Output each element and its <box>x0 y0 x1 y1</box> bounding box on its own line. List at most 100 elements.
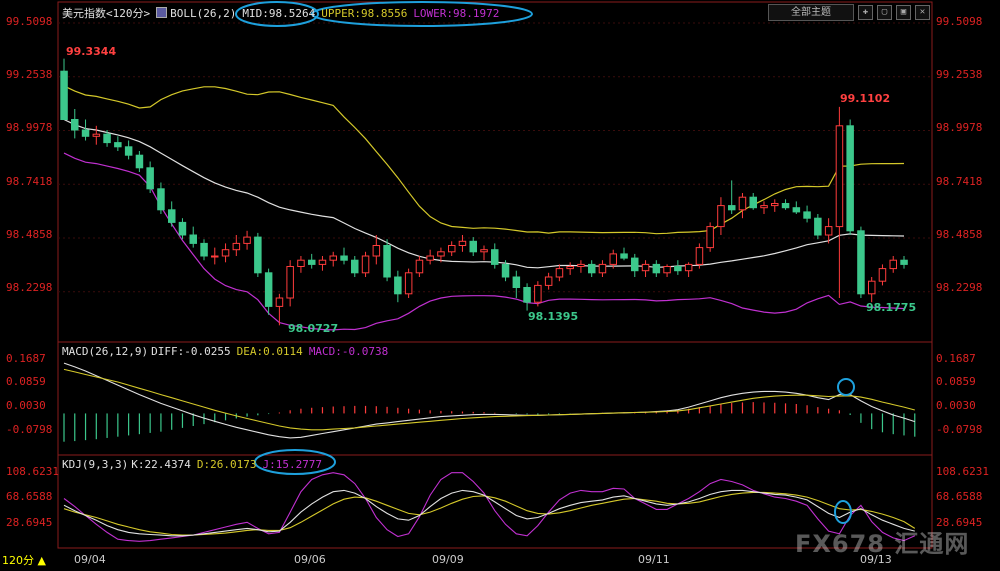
candle-body <box>221 249 230 257</box>
candle-body <box>124 146 133 156</box>
kdj-tick: 28.6945 <box>6 516 53 529</box>
candle-body <box>286 266 294 299</box>
period-selector[interactable]: 120分 ▲ <box>2 552 46 568</box>
candle-body <box>803 211 811 219</box>
macd-diff: DIFF:-0.0255 <box>151 345 231 358</box>
kdj-tick: 68.6588 <box>6 490 53 503</box>
candle-body <box>824 226 833 236</box>
candle-body <box>577 263 585 267</box>
candle-body <box>674 266 682 272</box>
macd-value: MACD:-0.0738 <box>308 345 389 358</box>
restore-icon[interactable]: ▣ <box>896 5 911 20</box>
candle-body <box>491 249 499 265</box>
chart-area[interactable]: 99.3344 98.0727 98.1395 99.1102 98.1775 … <box>0 0 1000 571</box>
theme-dropdown-button[interactable]: 全部主题 <box>768 4 854 21</box>
kdj-j: J:15.2777 <box>262 458 323 471</box>
candle-body <box>361 255 370 274</box>
candle-body <box>318 259 327 265</box>
x-axis-label: 09/11 <box>638 553 670 566</box>
price-tick: 99.5098 <box>6 15 53 28</box>
candle-body <box>114 142 122 148</box>
candle-body <box>868 280 876 295</box>
candle-body <box>534 284 542 303</box>
candle-body <box>706 226 714 249</box>
candle-body <box>157 188 165 211</box>
candle-body <box>889 259 897 270</box>
macd-tick: 0.0030 <box>936 399 976 412</box>
candle-body <box>620 253 628 259</box>
price-tick: 98.4858 <box>6 228 53 241</box>
price-tick: 98.9978 <box>936 121 983 134</box>
boll-mid: MID:98.5264 <box>242 7 316 20</box>
price-tick: 99.2538 <box>6 68 53 81</box>
candle-body <box>178 221 187 236</box>
candle-body <box>501 263 510 278</box>
candle-body <box>792 207 801 213</box>
kdj-tick: 108.6231 <box>936 465 989 478</box>
candle-body <box>383 245 391 278</box>
macd-header: MACD(26,12,9) DIFF:-0.0255 DEA:0.0114 MACD:… <box>62 345 394 358</box>
candle-body <box>631 257 639 272</box>
annotation-high-1: 99.3344 <box>66 45 116 58</box>
macd-tick: -0.0798 <box>6 423 53 436</box>
macd-tick: -0.0798 <box>936 423 983 436</box>
kdj-tick: 68.6588 <box>936 490 983 503</box>
x-axis-label: 09/09 <box>432 553 464 566</box>
watermark-logo: FX678 汇通网 <box>795 530 970 558</box>
price-tick: 99.5098 <box>936 15 983 28</box>
candle-body <box>81 129 90 137</box>
price-tick: 98.2298 <box>6 281 53 294</box>
annotation-low-3: 98.1775 <box>866 301 916 314</box>
macd-tick: 0.1687 <box>6 352 46 365</box>
kdj-k: K:22.4374 <box>131 458 191 471</box>
price-tick: 99.2538 <box>936 68 983 81</box>
annotation-high-2: 99.1102 <box>840 92 890 105</box>
chart-svg[interactable]: 99.3344 98.0727 98.1395 99.1102 98.1775 <box>0 0 1000 571</box>
candle-body <box>544 276 553 286</box>
candle-body <box>480 249 488 253</box>
candle-body <box>437 251 445 257</box>
candle-body <box>749 196 757 209</box>
candle-body <box>878 268 887 282</box>
candle-body <box>243 236 251 244</box>
macd-tick: 0.0859 <box>6 375 46 388</box>
kdj-tick: 108.6231 <box>6 465 59 478</box>
candle-body <box>598 263 607 274</box>
candle-body <box>264 272 273 307</box>
candle-body <box>200 242 208 257</box>
price-tick: 98.9978 <box>6 121 53 134</box>
candle-body <box>781 203 790 209</box>
candle-body <box>71 119 79 131</box>
candle-body <box>588 263 596 274</box>
candle-body <box>351 259 359 274</box>
candle-body <box>695 247 704 265</box>
price-tick: 98.4858 <box>936 228 983 241</box>
symbol-title: 美元指数<120分> <box>62 7 151 20</box>
macd-name: MACD(26,12,9) <box>62 345 149 358</box>
candle-body <box>900 259 908 265</box>
close-icon[interactable]: ✕ <box>915 5 930 20</box>
annotation-low-2: 98.1395 <box>528 310 578 323</box>
price-tick: 98.2298 <box>936 281 983 294</box>
candle-body <box>146 167 154 190</box>
settings-icon[interactable]: ✚ <box>858 5 873 20</box>
candle-body <box>458 240 467 247</box>
candle-body <box>835 125 844 228</box>
zoom-icon[interactable]: ▢ <box>877 5 892 20</box>
candle-body <box>189 234 197 244</box>
macd-tick: 0.0859 <box>936 375 976 388</box>
candle-body <box>103 133 111 144</box>
candle-body <box>60 70 68 120</box>
candle-body <box>448 245 456 253</box>
boll-name: BOLL(26,2) <box>170 7 237 20</box>
candle-body <box>566 266 574 270</box>
candle-body <box>728 205 736 211</box>
x-axis-label: 09/06 <box>294 553 326 566</box>
macd-tick: 0.1687 <box>936 352 976 365</box>
candle-body <box>641 263 650 272</box>
candle-body <box>663 266 671 274</box>
candle-body <box>329 255 337 261</box>
candle-body <box>92 133 101 137</box>
boll-icon <box>156 7 168 18</box>
candle-body <box>254 236 262 274</box>
